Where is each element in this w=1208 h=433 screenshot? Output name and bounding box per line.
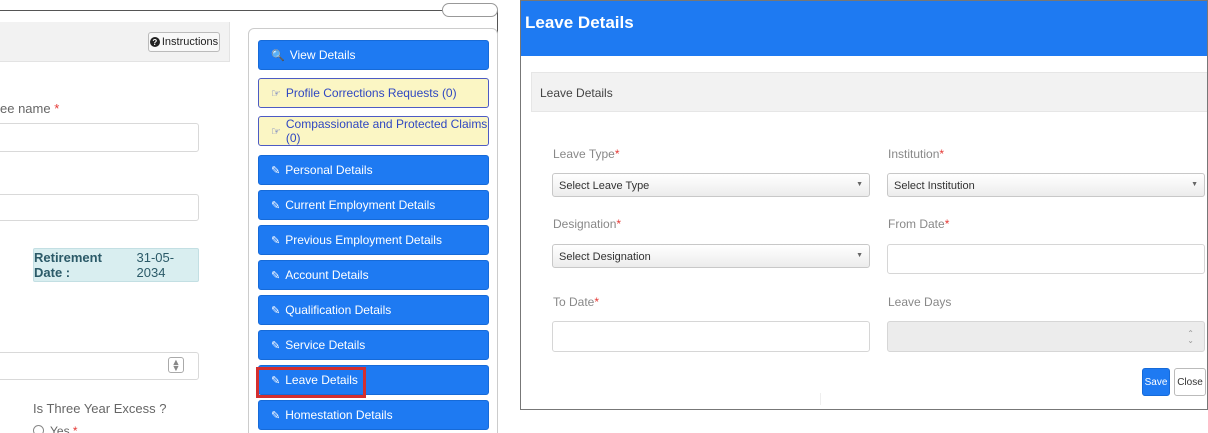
employee-name-label: ee name * [0,101,60,116]
hand-point-icon: ☞ [271,125,281,138]
leave-details-highlight [256,367,366,398]
sidebar-item-previous-employment[interactable]: ✎ Previous Employment Details [258,225,489,255]
three-year-excess-label: Is Three Year Excess ? [33,401,167,416]
pencil-icon: ✎ [271,234,281,247]
pencil-icon: ✎ [271,409,281,422]
institution-select[interactable]: Select Institution ▼ [887,173,1205,197]
leave-days-input: ⌃ ⌄ [887,321,1205,352]
to-date-input[interactable] [552,321,870,352]
from-date-label: From Date* [888,217,950,231]
leave-days-label: Leave Days [888,295,952,309]
question-circle-icon: ? [149,37,160,47]
sidebar-item-homestation-details[interactable]: ✎ Homestation Details [258,400,489,430]
close-button[interactable]: Close [1174,368,1206,396]
retirement-date-label: Retirement Date : [34,250,102,280]
sidebar-item-personal-details[interactable]: ✎ Personal Details [258,155,489,185]
sidebar-item-current-employment[interactable]: ✎ Current Employment Details [258,190,489,220]
pencil-icon: ✎ [271,269,281,282]
instructions-label: Instructions [161,36,219,48]
to-date-label: To Date* [553,295,600,309]
pencil-icon: ✎ [271,339,281,352]
leave-details-modal: Leave Details Leave Details Leave Type* … [520,0,1208,410]
sidebar-item-account-details[interactable]: ✎ Account Details [258,260,489,290]
radio-yes-label: Yes * [50,424,78,433]
sidebar-item-qualification-details[interactable]: ✎ Qualification Details [258,295,489,325]
employee-name-input[interactable] [0,123,199,152]
designation-select[interactable]: Select Designation ▼ [552,244,870,268]
sidebar-item-view-details[interactable]: 🔍 View Details [258,40,489,70]
spinner-down-icon: ⌄ [1187,336,1194,345]
search-icon: 🔍 [271,49,285,62]
dropdown-arrow-icon: ▼ [1191,181,1198,188]
instructions-button[interactable]: ? Instructions [148,32,220,52]
text-input-field[interactable] [0,194,199,221]
dropdown-arrow-icon: ▼ [856,252,863,259]
employee-form-panel: ? Instructions ee name * Retirement Date… [0,0,500,433]
leave-days-spinner: ⌃ ⌄ [1187,330,1194,345]
pencil-icon: ✎ [271,304,281,317]
save-button[interactable]: Save [1142,368,1170,396]
leave-type-label: Leave Type* [553,147,620,161]
spinner-down-icon: ▼ [171,363,181,373]
pencil-icon: ✎ [271,164,281,177]
from-date-input[interactable] [887,244,1205,274]
designation-label: Designation* [553,217,622,231]
retirement-date-value: 31-05-2034 [136,250,175,280]
sidebar-item-service-details[interactable]: ✎ Service Details [258,330,489,360]
sidebar-item-profile-corrections[interactable]: ☞ Profile Corrections Requests (0) [258,78,489,108]
dropdown-arrow-icon: ▼ [856,181,863,188]
institution-label: Institution* [888,147,945,161]
radio-yes[interactable] [33,425,44,433]
number-spinner[interactable]: ▲ ▼ [168,357,184,373]
retirement-date-badge: Retirement Date : 31-05-2034 [33,248,199,282]
modal-title: Leave Details [521,1,1207,56]
footer-divider [820,393,821,405]
leave-type-select[interactable]: Select Leave Type ▼ [552,173,870,197]
panel-heading: Leave Details [531,72,1207,112]
hand-point-icon: ☞ [271,87,281,100]
top-tab-fragment[interactable] [442,3,498,17]
sidebar-item-compassionate-claims[interactable]: ☞ Compassionate and Protected Claims (0) [258,116,489,146]
pencil-icon: ✎ [271,199,281,212]
